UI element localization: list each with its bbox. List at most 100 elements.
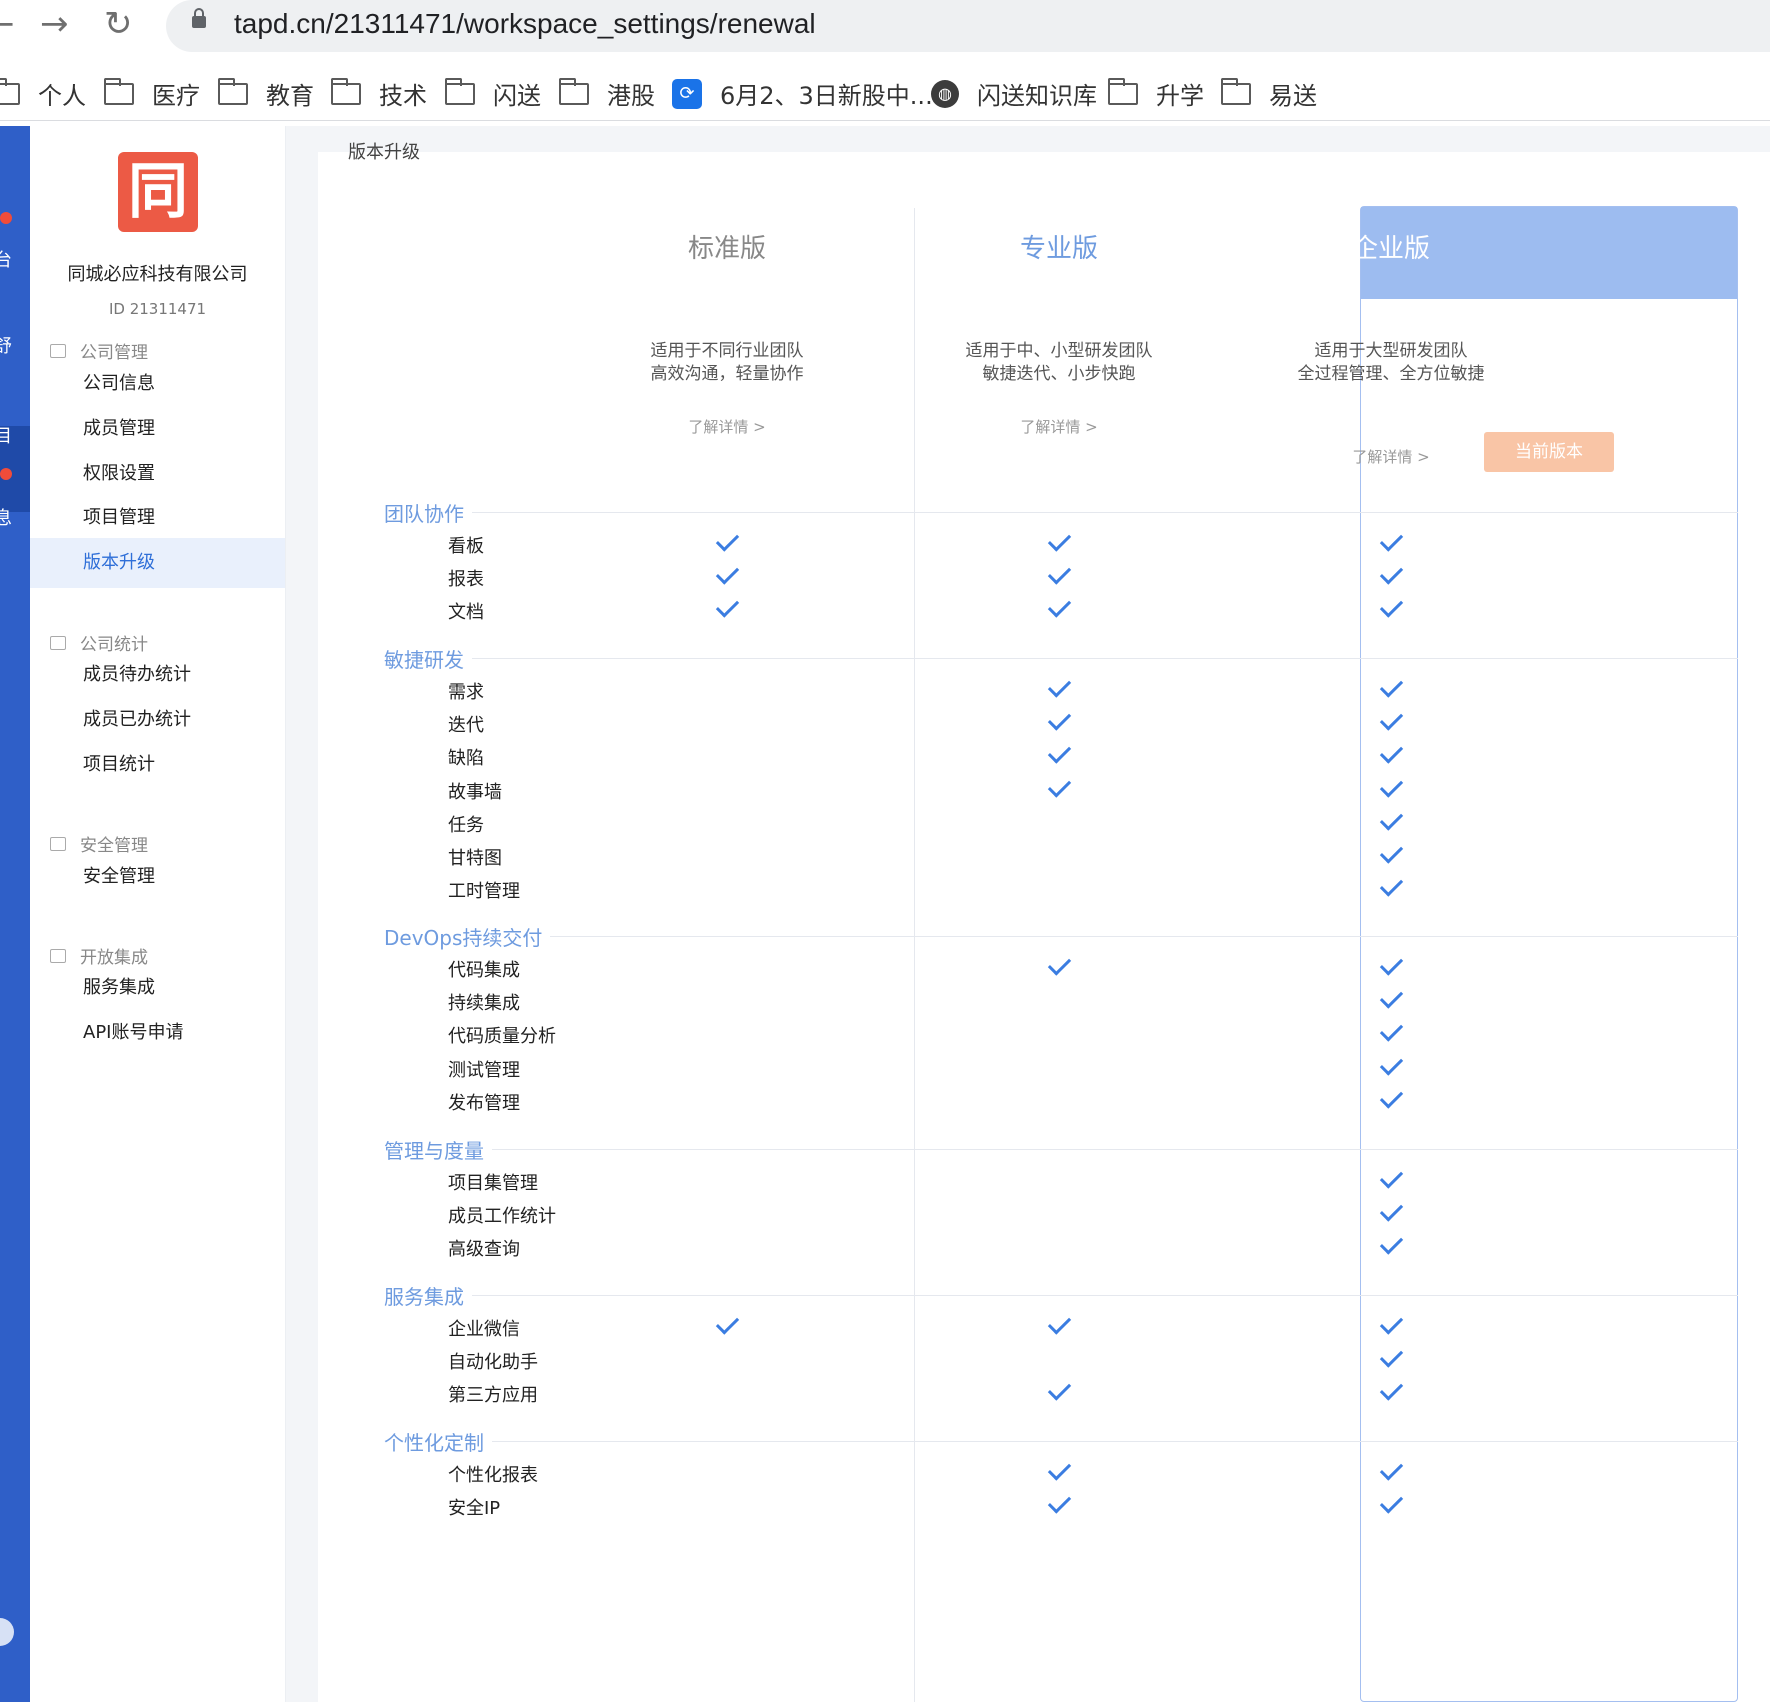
folder-icon: [1107, 77, 1138, 105]
feature-section-title: 个性化定制: [384, 1427, 492, 1456]
plan-name: 企业版: [1351, 234, 1430, 264]
bookmark-item[interactable]: 港股: [558, 76, 655, 111]
url-text: tapd.cn/21311471/workspace_settings/rene…: [234, 8, 816, 39]
check-icon: [1047, 594, 1072, 619]
bookmark-label: 港股: [607, 82, 655, 110]
bookmark-item[interactable]: 技术: [330, 76, 427, 111]
feature-name: 发布管理: [448, 1092, 520, 1114]
rail-label[interactable]: 台: [0, 246, 12, 272]
rail-label[interactable]: 目: [0, 422, 12, 448]
app-icon: ⟳: [672, 78, 702, 109]
plan-description: 适用于大型研发团队 全过程管理、全方位敏捷: [1204, 340, 1578, 386]
section-divider: [384, 1441, 1738, 1442]
bookmark-item[interactable]: 易送: [1220, 76, 1317, 111]
main-content: 版本升级 标准版 适用于不同行业团队 高效沟通，轻量协作 了解详情 > 专业版 适用于中、…: [286, 126, 1770, 1702]
sidebar-item[interactable]: 权限设置: [30, 449, 285, 499]
check-icon: [1047, 740, 1072, 765]
section-divider: [384, 1149, 1738, 1150]
check-icon: [715, 561, 740, 585]
plan-desc-line: 适用于不同行业团队: [650, 341, 804, 361]
back-arrow-icon[interactable]: ←: [0, 4, 15, 44]
bookmark-label: 技术: [379, 82, 427, 110]
address-bar[interactable]: tapd.cn/21311471/workspace_settings/rene…: [166, 0, 1770, 52]
settings-sidebar: 同 同城必应科技有限公司 ID 21311471 公司管理 公司信息 成员管理 权限设…: [30, 126, 286, 1702]
globe-icon: ◍: [931, 79, 959, 108]
bookmark-label: 个人: [38, 82, 86, 110]
sidebar-item[interactable]: 安全管理: [30, 852, 285, 902]
feature-name: 报表: [448, 569, 484, 591]
feature-name: 故事墙: [448, 781, 502, 803]
check-icon: [1047, 1311, 1072, 1335]
section-divider: [384, 936, 1738, 937]
check-icon: [1047, 952, 1072, 976]
check-icon: [1047, 1490, 1072, 1514]
rail-label[interactable]: 息: [0, 504, 12, 530]
bookmark-item[interactable]: 升学: [1107, 76, 1204, 111]
bookmark-item[interactable]: 教育: [217, 76, 314, 111]
reload-icon[interactable]: ↻: [104, 4, 133, 44]
bookmark-item[interactable]: 医疗: [103, 76, 200, 111]
renewal-card: 版本升级 标准版 适用于不同行业团队 高效沟通，轻量协作 了解详情 > 专业版 适用于中、…: [318, 142, 1770, 1702]
feature-name: 工时管理: [448, 881, 520, 903]
page-title: 版本升级: [348, 142, 420, 163]
bookmark-label: 闪送知识库: [977, 82, 1097, 110]
sidebar-item[interactable]: 项目管理: [30, 493, 285, 543]
folder-icon: [103, 77, 134, 105]
plan-desc-line: 敏捷迭代、小步快跑: [982, 364, 1136, 384]
feature-name: 看板: [448, 536, 484, 557]
rail-label[interactable]: 舒: [0, 332, 12, 358]
check-icon: [715, 594, 740, 619]
feature-name: 文档: [448, 602, 484, 624]
bookmark-item[interactable]: 闪送: [444, 76, 541, 111]
sidebar-item[interactable]: API账号申请: [30, 1008, 285, 1058]
bookmark-label: 易送: [1269, 82, 1317, 110]
check-icon: [1047, 707, 1072, 731]
feature-name: 迭代: [448, 715, 484, 737]
feature-name: 高级查询: [448, 1239, 520, 1261]
feature-name: 企业微信: [448, 1319, 520, 1340]
feature-name: 测试管理: [448, 1059, 520, 1081]
bookmark-item[interactable]: ⟳ 6月2、3日新股中...: [672, 76, 933, 111]
feature-name: 缺陷: [448, 748, 484, 770]
feature-name: 自动化助手: [448, 1352, 538, 1374]
bookmark-item[interactable]: ◍ 闪送知识库: [931, 76, 1097, 111]
folder-icon: [558, 77, 589, 105]
company-logo: 同: [118, 152, 198, 232]
company-name: 同城必应科技有限公司: [67, 264, 248, 285]
feature-section-title: 管理与度量: [384, 1135, 492, 1164]
check-icon: [715, 528, 740, 552]
plan-desc-line: 适用于中、小型研发团队: [965, 341, 1153, 361]
bookmark-label: 闪送: [493, 82, 541, 110]
bookmarks-bar: 个人 医疗 教育 技术 闪送 港股 ⟳ 6月2、3日新股中... ◍ 闪送知识库 升学 易送: [0, 64, 1770, 121]
forward-arrow-icon[interactable]: →: [40, 4, 69, 44]
learn-more-link[interactable]: 了解详情 >: [872, 416, 1246, 437]
sidebar-item[interactable]: 版本升级: [30, 538, 285, 588]
feature-name: 项目集管理: [448, 1173, 538, 1194]
sidebar-item[interactable]: 成员管理: [30, 404, 285, 454]
check-icon: [715, 1311, 740, 1335]
app-rail: 台 舒 目 息: [0, 126, 30, 1702]
sidebar-item[interactable]: 服务集成: [30, 963, 285, 1013]
bookmark-label: 教育: [266, 82, 314, 110]
learn-more-link[interactable]: 了解详情 >: [540, 416, 914, 437]
check-icon: [1047, 674, 1072, 698]
feature-name: 成员工作统计: [448, 1206, 556, 1228]
sidebar-item[interactable]: 项目统计: [30, 740, 285, 790]
check-icon: [1047, 528, 1072, 552]
plan-name: 标准版: [687, 234, 766, 264]
section-divider: [384, 512, 1738, 513]
feature-name: 甘特图: [448, 848, 502, 869]
bookmark-label: 升学: [1156, 82, 1204, 110]
browser-toolbar: ← → ↻ tapd.cn/21311471/workspace_setting…: [0, 0, 1770, 52]
bookmark-item[interactable]: 个人: [0, 76, 86, 111]
sidebar-item[interactable]: 公司信息: [30, 359, 285, 409]
plan-description: 适用于中、小型研发团队 敏捷迭代、小步快跑: [872, 340, 1246, 386]
sidebar-item[interactable]: 成员已办统计: [30, 695, 285, 745]
shield-icon: [50, 836, 66, 851]
folder-icon: [444, 77, 475, 105]
sidebar-item[interactable]: 成员待办统计: [30, 650, 285, 700]
plan-desc-line: 高效沟通，轻量协作: [650, 364, 804, 384]
avatar[interactable]: [0, 1618, 14, 1646]
learn-more-link[interactable]: 了解详情 >: [1204, 446, 1578, 467]
feature-section-title: DevOps持续交付: [384, 922, 551, 951]
